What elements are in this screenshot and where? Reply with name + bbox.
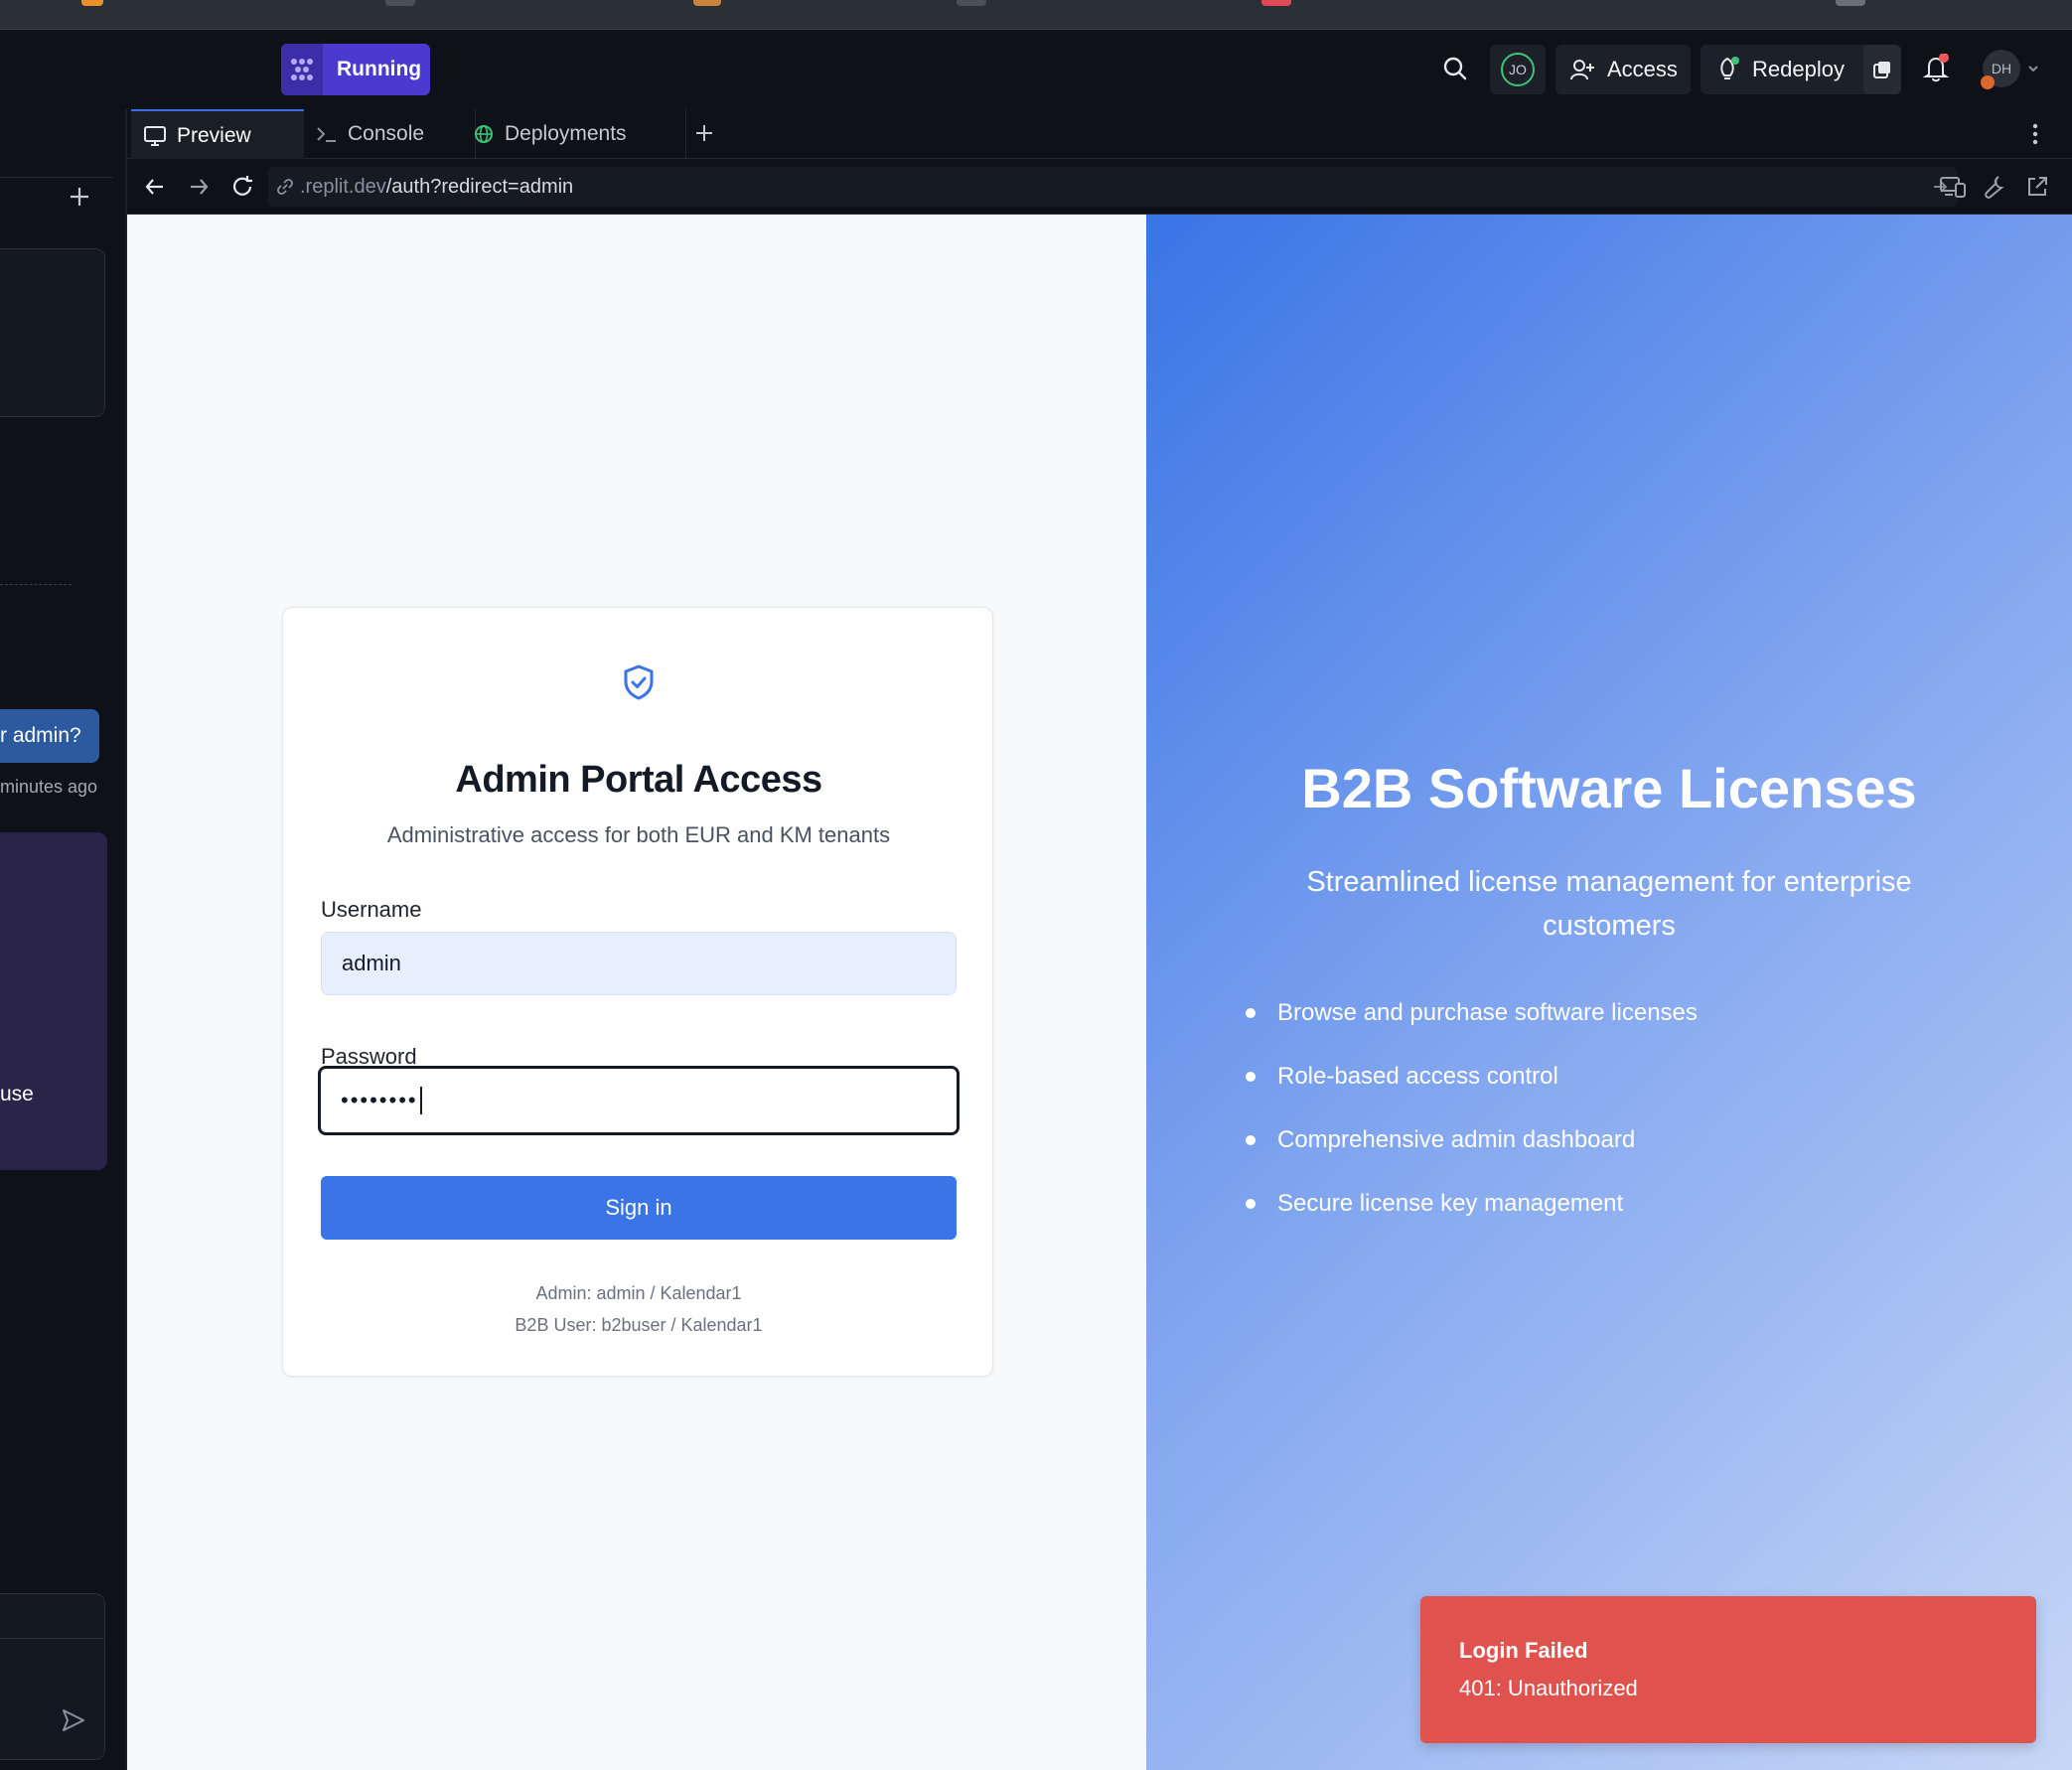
preview-page: Admin Portal Access Administrative acces…	[127, 215, 2072, 1770]
password-input[interactable]: ••••••••	[318, 1066, 960, 1135]
bullet-icon	[1246, 1008, 1256, 1018]
login-pane: Admin Portal Access Administrative acces…	[127, 215, 1146, 1770]
os-app-icon[interactable]	[1261, 0, 1291, 6]
os-app-icon[interactable]	[693, 0, 721, 6]
b2b-credentials-hint: B2B User: b2buser / Kalendar1	[515, 1315, 763, 1335]
feature-text: Comprehensive admin dashboard	[1277, 1126, 1636, 1153]
toast-title: Login Failed	[1459, 1638, 1588, 1663]
agent-response-panel: use	[0, 832, 107, 1170]
url-path: /auth?redirect=admin	[385, 175, 574, 198]
username-input[interactable]: admin	[321, 932, 957, 995]
text-cursor	[419, 1087, 422, 1114]
feature-item: Role-based access control	[1246, 1063, 1558, 1091]
monitor-icon	[143, 125, 167, 147]
tab-deployments-label: Deployments	[505, 122, 627, 145]
globe-icon	[473, 123, 495, 145]
feature-text: Secure license key management	[1277, 1190, 1624, 1217]
login-card: Admin Portal Access Administrative acces…	[282, 607, 993, 1377]
forward-arrow-icon[interactable]	[187, 175, 211, 199]
running-button[interactable]: Running	[281, 44, 430, 95]
feature-text: Role-based access control	[1277, 1063, 1558, 1090]
url-input[interactable]: .replit.dev/auth?redirect=admin	[268, 167, 1957, 207]
os-app-icon[interactable]	[957, 0, 986, 6]
chat-input-box[interactable]	[0, 1593, 105, 1760]
more-vertical-icon[interactable]	[2031, 122, 2039, 146]
collaborator-avatar: JO	[1501, 53, 1535, 86]
tab-console[interactable]: Console	[302, 109, 476, 159]
new-tab-icon[interactable]	[693, 122, 715, 144]
user-avatar: DH	[1981, 50, 2020, 89]
error-toast[interactable]: Login Failed 401: Unauthorized	[1420, 1596, 2036, 1743]
add-user-icon	[1569, 57, 1595, 82]
chat-message-bubble: r admin?	[0, 709, 99, 763]
hero-pane: B2B Software Licenses Streamlined licens…	[1146, 215, 2072, 1770]
bullet-icon	[1246, 1199, 1256, 1209]
search-icon[interactable]	[1442, 56, 1468, 81]
hero-subtitle: Streamlined license management for enter…	[1306, 866, 1912, 942]
user-status-icon	[1981, 75, 1995, 89]
bullet-icon	[1246, 1072, 1256, 1082]
password-value: ••••••••	[341, 1088, 418, 1112]
sidebar-divider	[0, 177, 113, 178]
login-title: Admin Portal Access	[455, 759, 822, 801]
back-arrow-icon[interactable]	[143, 175, 167, 199]
tab-console-label: Console	[348, 122, 425, 145]
os-app-icon[interactable]	[1836, 0, 1865, 6]
agent-sidebar: r admin? minutes ago use	[0, 109, 127, 1770]
external-link-icon[interactable]	[2024, 174, 2050, 200]
wrench-icon[interactable]	[1983, 174, 2008, 200]
feature-item: Comprehensive admin dashboard	[1246, 1126, 1635, 1154]
terminal-icon	[316, 124, 338, 144]
admin-credentials-hint: Admin: admin / Kalendar1	[535, 1283, 742, 1303]
pane-tabs: Preview Console Deployments	[127, 109, 2072, 161]
devices-icon[interactable]	[1939, 174, 1967, 200]
collaborator-avatar-button[interactable]: JO	[1490, 45, 1546, 94]
os-app-icon[interactable]	[81, 0, 103, 6]
feature-item: Browse and purchase software licenses	[1246, 999, 1698, 1027]
os-app-icon[interactable]	[385, 0, 415, 6]
multiplayer-icon[interactable]	[1863, 45, 1901, 94]
send-icon[interactable]	[61, 1707, 86, 1733]
username-label: Username	[321, 897, 422, 922]
sign-in-label: Sign in	[605, 1195, 672, 1220]
url-domain: .replit.dev	[300, 175, 386, 198]
os-taskbar-strip	[0, 0, 2072, 30]
sidebar-card[interactable]	[0, 248, 105, 417]
chevron-down-icon	[2026, 62, 2040, 75]
bullet-icon	[1246, 1135, 1256, 1145]
link-icon	[276, 178, 294, 196]
preview-url-bar: .replit.dev/auth?redirect=admin	[127, 159, 2072, 215]
toast-message: 401: Unauthorized	[1459, 1676, 1638, 1700]
bell-icon[interactable]	[1923, 54, 1951, 83]
running-label: Running	[337, 58, 422, 80]
hero-title: B2B Software Licenses	[1301, 757, 1917, 819]
tab-preview[interactable]: Preview	[131, 109, 304, 161]
deploy-rocket-icon	[1714, 57, 1740, 82]
reload-icon[interactable]	[229, 174, 255, 200]
access-button[interactable]: Access	[1555, 45, 1691, 94]
username-value: admin	[342, 951, 401, 975]
chat-message-time: minutes ago	[0, 777, 98, 797]
run-grid-icon	[281, 44, 323, 95]
login-subtitle: Administrative access for both EUR and K…	[386, 822, 891, 847]
feature-text: Browse and purchase software licenses	[1277, 999, 1698, 1026]
shield-check-icon	[622, 664, 656, 701]
access-label: Access	[1607, 57, 1678, 81]
redeploy-label: Redeploy	[1752, 57, 1845, 81]
sidebar-separator	[0, 584, 72, 585]
sign-in-button[interactable]: Sign in	[321, 1176, 957, 1240]
user-initials: DH	[1991, 61, 2012, 76]
workspace-header: Running JO Access Redeploy DH	[0, 30, 2072, 109]
feature-item: Secure license key management	[1246, 1190, 1623, 1218]
agent-response-text: use	[0, 1083, 34, 1106]
plus-icon[interactable]	[68, 185, 91, 209]
tab-deployments[interactable]: Deployments	[461, 109, 686, 159]
user-menu-button[interactable]: DH	[1981, 50, 2040, 89]
tab-preview-label: Preview	[177, 124, 251, 147]
